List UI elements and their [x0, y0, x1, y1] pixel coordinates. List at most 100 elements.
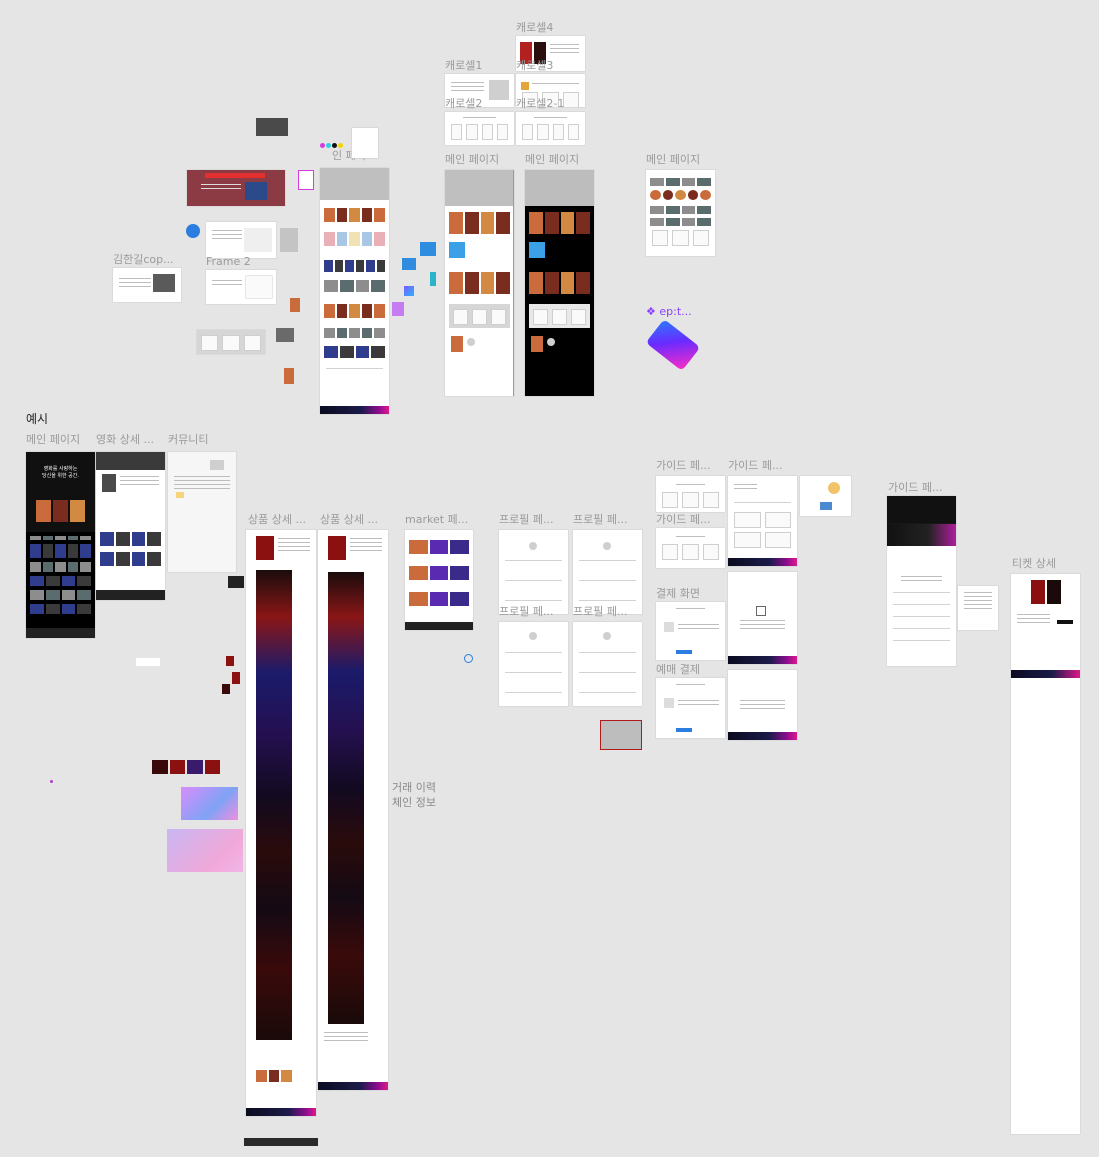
frame-reservation-payment[interactable]	[656, 678, 725, 738]
frame-label-kimhangil[interactable]: 김한길cop...	[113, 254, 174, 266]
frame-guide-b[interactable]	[728, 476, 797, 566]
divider	[326, 368, 383, 369]
frame-payment[interactable]	[656, 602, 725, 660]
card-row	[451, 124, 508, 140]
footer-component	[244, 1138, 318, 1146]
frame-label-carousel4[interactable]: 캐로셀4	[516, 22, 553, 34]
image-thumb	[430, 272, 436, 286]
text-lines	[1017, 614, 1050, 626]
figma-canvas[interactable]: 캐로셀4 캐로셀1 캐로셀3 캐로셀2 캐로셀2-1 메인 페이지 메인 페이지…	[0, 0, 1099, 1157]
frame-example-community[interactable]	[168, 452, 236, 572]
frame-label-product-b[interactable]: 상품 상세 ...	[320, 514, 378, 526]
frame-profile-a[interactable]	[499, 530, 568, 614]
frame-login-card[interactable]	[206, 222, 276, 258]
poster-row	[324, 280, 385, 292]
frame-label-payment[interactable]: 결제 화면	[656, 588, 700, 600]
frame-label-guide-b[interactable]: 가이드 페...	[728, 460, 782, 472]
ticket-icon[interactable]	[645, 319, 701, 371]
frame-label-product-a[interactable]: 상품 상세 ...	[248, 514, 306, 526]
frame-label-profile-c[interactable]: 프로필 페...	[499, 606, 553, 618]
frame-label-ex-community[interactable]: 커뮤니티	[168, 434, 208, 446]
frame-label-ex-movie[interactable]: 영화 상세 ...	[96, 434, 154, 446]
illustration	[828, 482, 840, 494]
frame-label-main-a[interactable]: 메인 페이지	[445, 154, 499, 166]
frame-guide-a[interactable]	[656, 476, 725, 512]
frame-example-main-page[interactable]: 영화를 사랑하는 당신을 위한 공간.	[26, 452, 95, 638]
color-swatch	[326, 143, 331, 148]
frame-guide-d[interactable]	[887, 496, 956, 666]
text-lines	[119, 278, 151, 290]
pay-button[interactable]	[676, 728, 692, 732]
frame-example-movie-detail[interactable]	[96, 452, 165, 600]
frame-label-frame2[interactable]: Frame 2	[206, 256, 251, 268]
frame-label-carousel2-1[interactable]: 캐로셀2-1	[516, 98, 564, 110]
frame-card-strip[interactable]	[197, 330, 265, 354]
frame-guide-side[interactable]	[958, 586, 998, 630]
poster-row	[324, 304, 385, 318]
frame-label-main-c[interactable]: 메인 페이지	[646, 154, 700, 166]
frame-label-profile-a[interactable]: 프로필 페...	[499, 514, 553, 526]
frame-main-page-grid[interactable]	[646, 170, 715, 256]
image-thumb	[402, 258, 416, 270]
frame-guide-step[interactable]	[728, 572, 797, 664]
component-frame[interactable]	[298, 170, 314, 190]
product-detail-image	[328, 572, 364, 1024]
image-thumb	[392, 302, 404, 316]
frame-main-page-tall[interactable]	[320, 168, 389, 414]
thumb-row	[650, 178, 711, 186]
section-banner	[887, 524, 956, 546]
frame-product-detail-b[interactable]	[318, 530, 388, 1090]
poster-thumb	[284, 368, 294, 384]
note-frame[interactable]	[352, 128, 378, 158]
frame-profile-c[interactable]	[499, 622, 568, 706]
small-frame[interactable]	[136, 658, 160, 666]
chip-row	[30, 536, 91, 540]
frame-label-carousel2[interactable]: 캐로셀2	[445, 98, 482, 110]
frame-guide-c[interactable]	[656, 528, 725, 568]
frame-label-chain-info[interactable]: 체인 정보	[392, 797, 436, 809]
frame-kimhangil-copy[interactable]	[113, 268, 181, 302]
text-lines	[212, 230, 242, 242]
feature-card	[449, 242, 465, 258]
text-lines	[901, 576, 942, 584]
thumb-row	[650, 218, 711, 226]
component-label-ep[interactable]: ❖ ep:t...	[646, 306, 692, 318]
frame-guide-illustration[interactable]	[800, 476, 851, 516]
stray-dot	[50, 780, 53, 783]
frame-label-trade-history[interactable]: 거래 이력	[392, 782, 436, 794]
frame-label-guide-a[interactable]: 가이드 페...	[656, 460, 710, 472]
text-lines	[463, 117, 496, 121]
frame-label-guide-d[interactable]: 가이드 페...	[888, 482, 942, 494]
frame-label-carousel1[interactable]: 캐로셀1	[445, 60, 482, 72]
pay-button[interactable]	[676, 650, 692, 654]
frame-carousel2-1[interactable]	[516, 112, 585, 145]
frame-label-profile-b[interactable]: 프로필 페...	[573, 514, 627, 526]
frame-label-guide-c[interactable]: 가이드 페...	[656, 514, 710, 526]
frame-main-page-dark[interactable]	[525, 170, 594, 396]
frame-label-market[interactable]: market 페...	[405, 514, 468, 526]
poster-row	[30, 562, 91, 572]
carousel-strip	[449, 304, 510, 328]
avatar	[603, 542, 611, 550]
frame-guide-step-2[interactable]	[728, 670, 797, 740]
text-lines	[212, 280, 242, 288]
frame-profile-b[interactable]	[573, 530, 642, 614]
frame-banner-card[interactable]	[187, 170, 285, 206]
frame-main-page-light[interactable]	[445, 170, 514, 396]
frame-label-carousel3[interactable]: 캐로셀3	[516, 60, 553, 72]
frame-ticket-detail[interactable]	[1011, 574, 1080, 1134]
footer-bar	[318, 1082, 388, 1090]
frame-label-ex-main[interactable]: 메인 페이지	[26, 434, 80, 446]
frame-product-detail-a[interactable]	[246, 530, 316, 1116]
frame-carousel2[interactable]	[445, 112, 514, 145]
section-label-example[interactable]: 예시	[26, 413, 48, 425]
product-poster	[256, 536, 274, 560]
frame-label-ticket-detail[interactable]: 티켓 상세	[1012, 558, 1056, 570]
frame-label-main-b[interactable]: 메인 페이지	[525, 154, 579, 166]
frame-label-reservation[interactable]: 예매 결제	[656, 664, 700, 676]
buy-button[interactable]	[1057, 620, 1073, 624]
frame-label-profile-d[interactable]: 프로필 페...	[573, 606, 627, 618]
frame-frame2[interactable]	[206, 270, 276, 304]
frame-market-page[interactable]	[405, 530, 473, 630]
frame-profile-d[interactable]	[573, 622, 642, 706]
